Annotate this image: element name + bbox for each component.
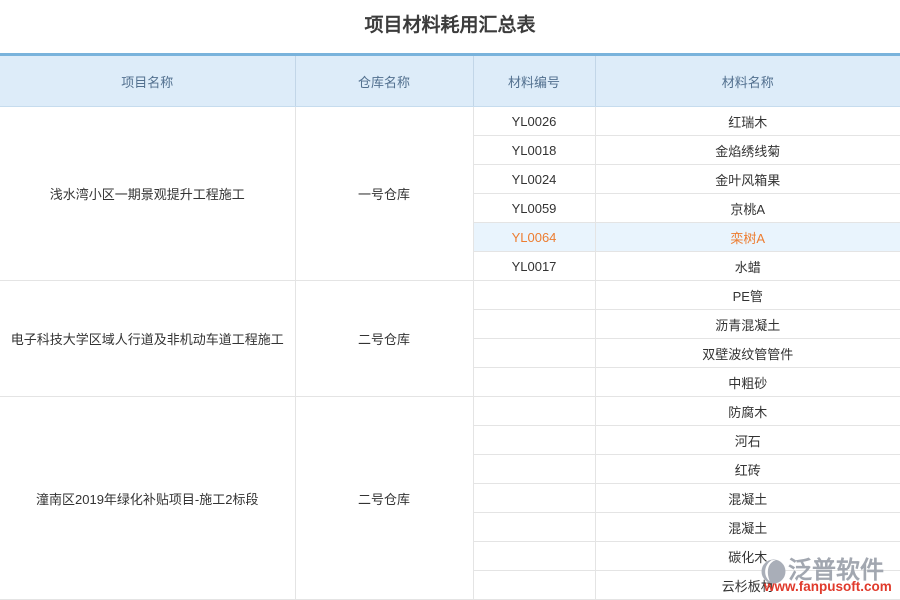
column-header-material-name: 材料名称 <box>595 55 900 107</box>
column-header-project: 项目名称 <box>0 55 295 107</box>
material-name-cell[interactable]: 红砖 <box>595 455 900 484</box>
material-code-cell: YL0024 <box>473 165 595 194</box>
material-code-cell <box>473 281 595 310</box>
material-code-cell: YL0017 <box>473 252 595 281</box>
material-name-cell[interactable]: 栾树A <box>595 223 900 252</box>
material-name-cell[interactable]: 红瑞木 <box>595 107 900 136</box>
material-name-cell[interactable]: 中粗砂 <box>595 368 900 397</box>
material-code-cell <box>473 310 595 339</box>
material-code-cell <box>473 513 595 542</box>
page-title: 项目材料耗用汇总表 <box>0 0 900 53</box>
material-name-cell[interactable]: 金焰绣线菊 <box>595 136 900 165</box>
material-code-cell <box>473 455 595 484</box>
material-name-cell[interactable]: 碳化木 <box>595 542 900 571</box>
material-code-cell: YL0064 <box>473 223 595 252</box>
material-code-cell <box>473 484 595 513</box>
column-header-warehouse: 仓库名称 <box>295 55 473 107</box>
material-code-cell: YL0018 <box>473 136 595 165</box>
material-name-cell[interactable]: 水蜡 <box>595 252 900 281</box>
warehouse-name-cell: 一号仓库 <box>295 107 473 281</box>
warehouse-name-cell: 二号仓库 <box>295 397 473 600</box>
project-name-cell[interactable]: 浅水湾小区一期景观提升工程施工 <box>0 107 295 281</box>
material-name-cell[interactable]: 沥青混凝土 <box>595 310 900 339</box>
column-header-material-code: 材料编号 <box>473 55 595 107</box>
material-code-cell <box>473 339 595 368</box>
material-code-cell: YL0059 <box>473 194 595 223</box>
material-code-cell <box>473 426 595 455</box>
material-code-cell <box>473 397 595 426</box>
table-row[interactable]: 浅水湾小区一期景观提升工程施工 一号仓库 YL0026 红瑞木 <box>0 107 900 136</box>
material-code-cell: YL0026 <box>473 107 595 136</box>
material-name-cell[interactable]: 混凝土 <box>595 484 900 513</box>
table-row[interactable]: 电子科技大学区域人行道及非机动车道工程施工 二号仓库 PE管 <box>0 281 900 310</box>
material-code-cell <box>473 368 595 397</box>
project-name-cell[interactable]: 电子科技大学区域人行道及非机动车道工程施工 <box>0 281 295 397</box>
material-name-cell[interactable]: 云杉板材 <box>595 571 900 600</box>
header-row: 项目名称 仓库名称 材料编号 材料名称 <box>0 55 900 107</box>
material-code-cell <box>473 571 595 600</box>
material-code-cell <box>473 542 595 571</box>
material-name-cell[interactable]: 双壁波纹管管件 <box>595 339 900 368</box>
project-name-cell[interactable]: 潼南区2019年绿化补贴项目-施工2标段 <box>0 397 295 600</box>
material-name-cell[interactable]: 混凝土 <box>595 513 900 542</box>
warehouse-name-cell: 二号仓库 <box>295 281 473 397</box>
material-name-cell[interactable]: 京桃A <box>595 194 900 223</box>
material-name-cell[interactable]: 防腐木 <box>595 397 900 426</box>
material-summary-table: 项目名称 仓库名称 材料编号 材料名称 浅水湾小区一期景观提升工程施工 一号仓库… <box>0 53 900 600</box>
material-name-cell[interactable]: PE管 <box>595 281 900 310</box>
material-name-cell[interactable]: 河石 <box>595 426 900 455</box>
material-name-cell[interactable]: 金叶风箱果 <box>595 165 900 194</box>
table-row[interactable]: 潼南区2019年绿化补贴项目-施工2标段 二号仓库 防腐木 <box>0 397 900 426</box>
